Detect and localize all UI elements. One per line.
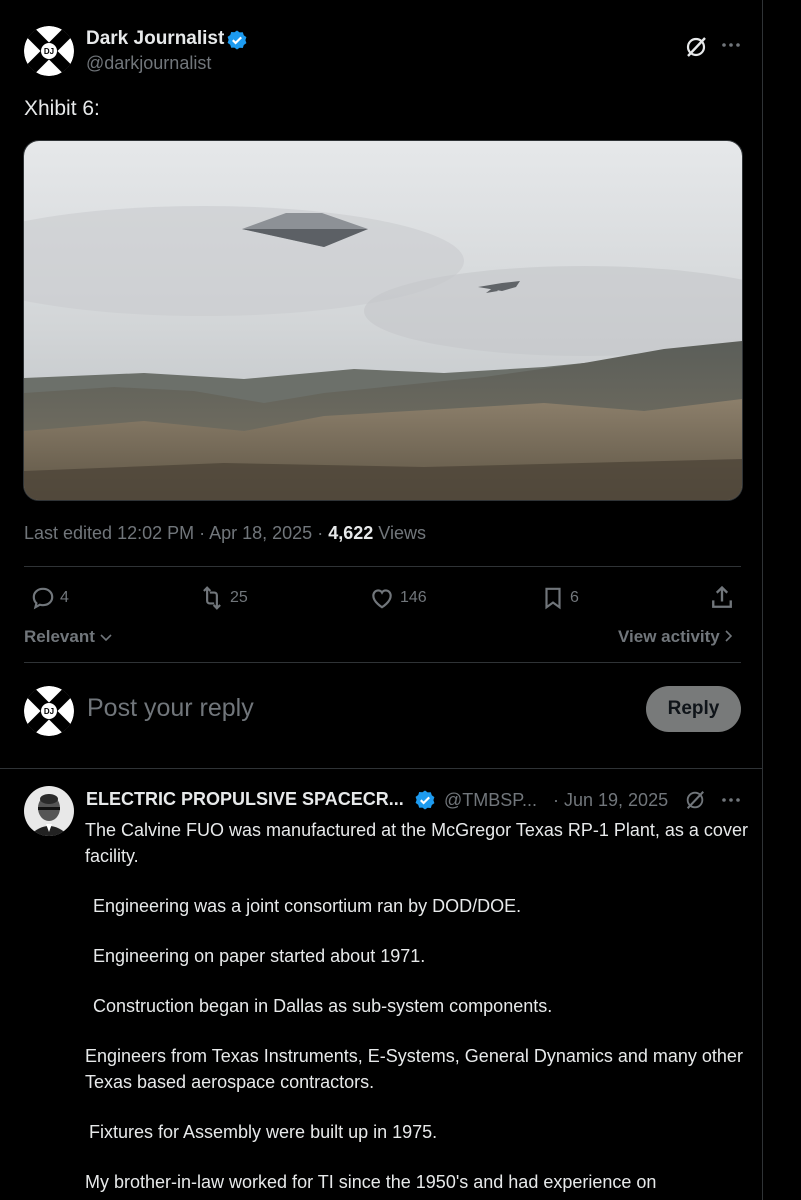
reply-count: 4 xyxy=(60,589,69,606)
bookmark-count: 6 xyxy=(570,589,579,606)
grok-icon[interactable] xyxy=(684,35,708,59)
reply-icon xyxy=(32,587,54,610)
reply-paragraph: Engineers from Texas Instruments, E-Syst… xyxy=(85,1046,743,1092)
svg-text:DJ: DJ xyxy=(44,707,54,716)
like-count: 146 xyxy=(400,589,427,606)
more-icon[interactable] xyxy=(720,38,742,52)
heart-icon xyxy=(372,589,392,609)
verified-badge-icon xyxy=(227,30,247,50)
reply-paragraph: Construction began in Dallas as sub-syst… xyxy=(93,996,553,1016)
author-avatar[interactable]: DJ xyxy=(24,26,74,76)
reply-paragraph: Fixtures for Assembly were built up in 1… xyxy=(89,1122,438,1142)
reply-text: The Calvine FUO was manufactured at the … xyxy=(85,817,753,1195)
divider xyxy=(24,662,741,663)
edited-timestamp[interactable]: Last edited 12:02 PM · Apr 18, 2025 · xyxy=(24,523,323,543)
divider xyxy=(0,768,762,769)
composer-avatar[interactable]: DJ xyxy=(24,686,74,736)
reply-paragraph: The Calvine FUO was manufactured at the … xyxy=(85,820,748,866)
share-icon[interactable] xyxy=(708,584,736,612)
like-action[interactable]: 146 xyxy=(368,584,427,612)
reply-author-avatar[interactable] xyxy=(24,786,74,836)
timeline-border xyxy=(762,0,763,1200)
reply-button[interactable]: Reply xyxy=(646,686,741,732)
post-image[interactable] xyxy=(23,140,743,501)
divider xyxy=(24,566,741,567)
bookmark-action[interactable]: 6 xyxy=(540,584,579,612)
views-count: 4,622 xyxy=(328,523,374,543)
reply-author-name[interactable]: ELECTRIC PROPULSIVE SPACECR... xyxy=(86,789,404,810)
post-text: Xhibit 6: xyxy=(24,97,100,120)
chevron-down-icon xyxy=(100,634,112,642)
reply-date[interactable]: · Jun 19, 2025 xyxy=(553,790,668,811)
verified-badge-icon xyxy=(415,790,435,810)
sort-dropdown[interactable]: Relevant xyxy=(24,627,112,647)
reply-action[interactable]: 4 xyxy=(30,584,69,612)
repost-icon xyxy=(203,586,221,610)
author-name[interactable]: Dark Journalist xyxy=(86,28,224,50)
reply-paragraph: Engineering was a joint consortium ran b… xyxy=(93,896,522,916)
repost-count: 25 xyxy=(230,589,248,606)
grok-icon[interactable] xyxy=(684,789,706,811)
more-icon[interactable] xyxy=(720,793,742,807)
repost-action[interactable]: 25 xyxy=(198,584,248,612)
svg-text:DJ: DJ xyxy=(44,47,54,56)
reply-paragraph: My brother-in-law worked for TI since th… xyxy=(85,1172,657,1192)
reply-input[interactable]: Post your reply xyxy=(87,694,254,723)
bookmark-icon xyxy=(545,587,561,610)
views-label: Views xyxy=(378,523,426,543)
reply-paragraph: Engineering on paper started about 1971. xyxy=(93,946,426,966)
chevron-right-icon xyxy=(725,630,733,642)
reply-author-handle[interactable]: @TMBSP... xyxy=(444,790,537,811)
view-activity-link[interactable]: View activity xyxy=(618,627,733,647)
author-handle[interactable]: @darkjournalist xyxy=(86,53,211,74)
post-metadata: Last edited 12:02 PM · Apr 18, 2025 · 4,… xyxy=(24,523,426,544)
